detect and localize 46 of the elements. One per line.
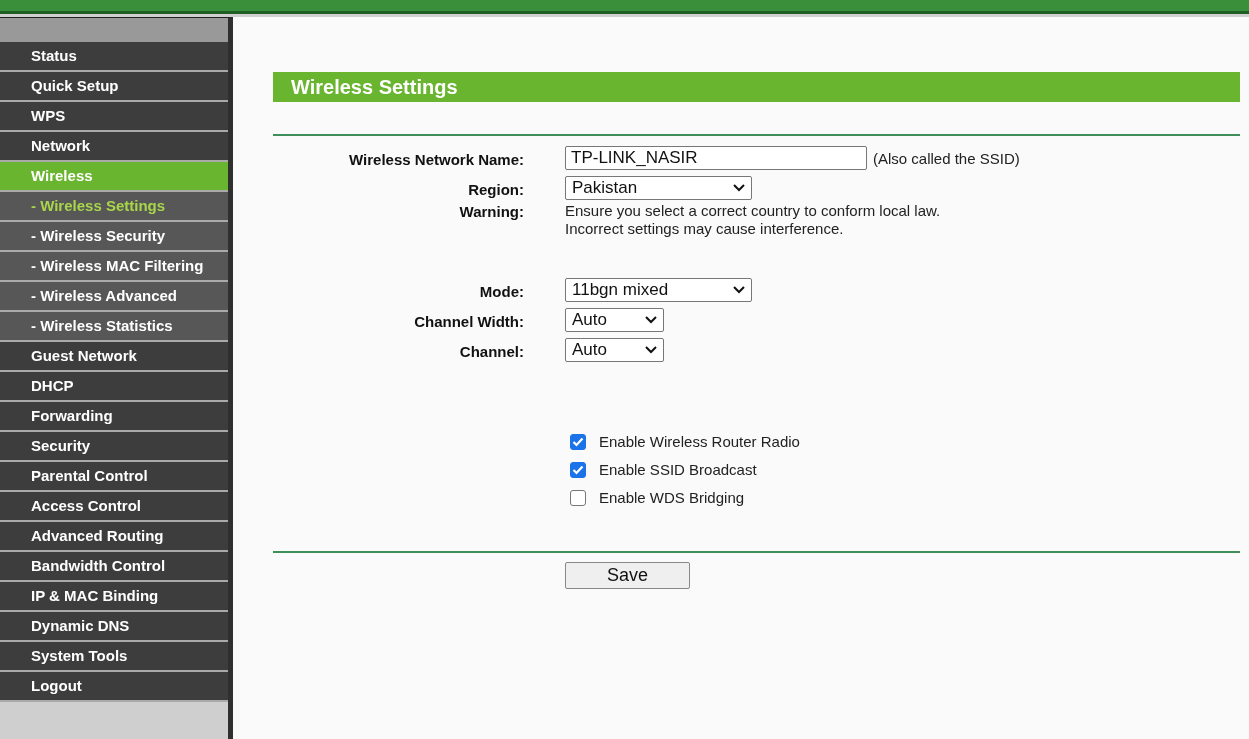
menu-item[interactable]: Access Control xyxy=(0,492,228,522)
hint-text: (Also called the SSID) xyxy=(873,149,1020,167)
menu-item[interactable]: Status xyxy=(0,42,228,72)
dropdown[interactable]: Auto xyxy=(565,308,664,332)
field-label: Mode: xyxy=(478,282,524,300)
menu-item[interactable]: System Tools xyxy=(0,642,228,672)
menu-item[interactable]: Bandwidth Control xyxy=(0,552,228,582)
menu-item[interactable]: Network xyxy=(0,132,228,162)
field-label: Channel: xyxy=(458,342,524,360)
field-label: Wireless Network Name: xyxy=(348,150,524,168)
menu-item[interactable]: IP & MAC Binding xyxy=(0,582,228,612)
chevron-down-icon xyxy=(733,286,745,294)
checkbox[interactable] xyxy=(570,461,586,478)
checkbox[interactable] xyxy=(570,489,586,506)
chevron-down-icon xyxy=(645,346,657,354)
dropdown[interactable]: Auto xyxy=(565,338,664,362)
dropdown[interactable]: 11bgn mixed xyxy=(565,278,752,302)
section-title: Wireless Settings xyxy=(273,72,1240,102)
field-label: Warning: xyxy=(458,202,524,220)
menu-item[interactable]: Logout xyxy=(0,672,228,702)
menu-item[interactable]: DHCP xyxy=(0,372,228,402)
submenu-item[interactable]: - Wireless Security xyxy=(0,222,228,252)
submenu-item[interactable]: - Wireless Advanced xyxy=(0,282,228,312)
menu-item[interactable]: Parental Control xyxy=(0,462,228,492)
checkbox-label: Enable WDS Bridging xyxy=(599,489,745,506)
save-button[interactable]: Save xyxy=(565,562,690,589)
menu-item[interactable]: Advanced Routing xyxy=(0,522,228,552)
menu-item[interactable]: WPS xyxy=(0,102,228,132)
chevron-down-icon xyxy=(645,316,657,324)
text-field[interactable]: TP-LINK_NASIR xyxy=(565,146,867,170)
menu-item[interactable]: Forwarding xyxy=(0,402,228,432)
dropdown[interactable]: Pakistan xyxy=(565,176,752,200)
submenu-item[interactable]: - Wireless Statistics xyxy=(0,312,228,342)
field-label: Region: xyxy=(467,180,524,198)
submenu-item[interactable]: - Wireless Settings xyxy=(0,192,228,222)
chevron-down-icon xyxy=(733,184,745,192)
menu-item[interactable]: Security xyxy=(0,432,228,462)
menu-item[interactable]: Guest Network xyxy=(0,342,228,372)
warning-text: Ensure you select a correct country to conform local law. Incorrect settings may cause interference. xyxy=(565,202,941,238)
field-label: Channel Width: xyxy=(413,312,524,330)
menu-item[interactable]: Quick Setup xyxy=(0,72,228,102)
checkbox[interactable] xyxy=(570,433,586,450)
checkbox-label: Enable Wireless Router Radio xyxy=(599,433,800,450)
menu-item[interactable]: Dynamic DNS xyxy=(0,612,228,642)
checkbox-label: Enable SSID Broadcast xyxy=(599,461,757,478)
submenu-item[interactable]: - Wireless MAC Filtering xyxy=(0,252,228,282)
